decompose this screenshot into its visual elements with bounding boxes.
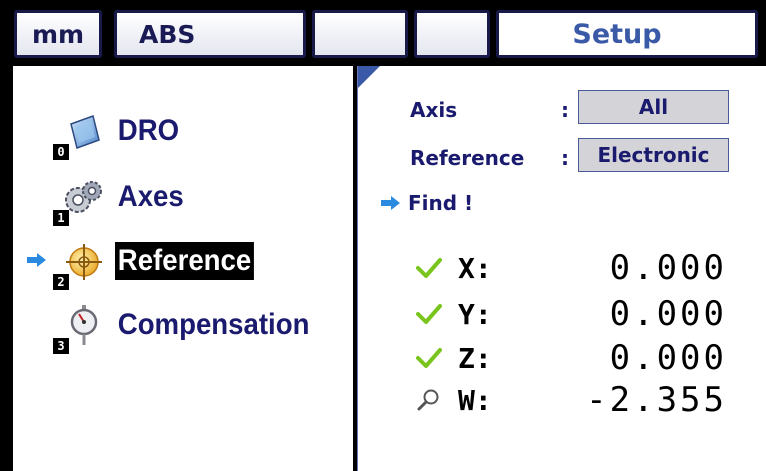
dial-indicator-icon [63,304,105,346]
axis-position-value: 0.000 [609,294,727,334]
axis-position-value: 0.000 [609,338,727,378]
checkmark-icon [416,302,442,326]
gears-icon [63,176,105,218]
empty-softkey-2[interactable] [414,10,490,58]
menu-item-label: Reference [115,242,254,280]
axis-field-colon: : [561,98,569,122]
top-bar: mm ABS Setup [0,0,766,66]
axis-field-label: Axis [410,98,458,122]
axis-select[interactable]: All [578,90,729,124]
find-label: Find ! [408,191,474,215]
screen-title: Setup [572,18,662,50]
menu-item-label: Axes [117,180,184,213]
units-label: mm [31,19,85,49]
magnifier-icon [416,388,442,412]
crosshair-target-icon [63,240,105,282]
panel-corner-marker [358,66,380,88]
menu-number-badge: 0 [53,144,69,160]
menu-item-dro[interactable]: 0 DRO [13,104,353,164]
menu-item-axes[interactable]: 1 Axes [13,170,353,230]
reference-field-label: Reference [410,146,525,170]
units-tab[interactable]: mm [14,10,102,58]
menu-number-badge: 2 [53,274,69,290]
axis-name: W: [458,384,492,417]
checkmark-icon [416,256,442,280]
checkmark-icon [416,346,442,370]
axis-name: Z: [458,342,492,375]
empty-softkey-1[interactable] [312,10,408,58]
selection-arrow-icon [26,252,48,268]
axis-readout-y: Y: 0.000 [358,294,766,338]
menu-number-badge: 3 [53,338,69,354]
axis-readout-w: W: -2.355 [358,380,766,424]
setup-tab[interactable]: Setup [496,10,758,58]
axis-position-value: -2.355 [586,380,727,420]
reference-type-select[interactable]: Electronic [578,138,729,172]
axis-readout-z: Z: 0.000 [358,338,766,382]
menu-number-badge: 1 [53,210,69,226]
menu-item-label: Compensation [117,308,310,341]
mode-tab[interactable]: ABS [114,10,306,58]
menu-item-compensation[interactable]: 3 Compensation [13,298,353,358]
setup-menu: 0 DRO 1 Axes 2 Reference 3 Compensation [13,66,353,471]
axis-name: Y: [458,298,492,331]
axis-name: X: [458,252,492,285]
find-button[interactable]: Find ! [380,191,473,215]
reference-field-colon: : [561,146,569,170]
menu-item-label: DRO [117,114,180,147]
axis-readout-x: X: 0.000 [358,248,766,292]
menu-item-reference[interactable]: 2 Reference [13,234,353,294]
monitor-icon [63,110,105,152]
mode-label: ABS [139,19,196,49]
axis-position-value: 0.000 [609,248,727,288]
reference-panel: Axis : All Reference : Electronic Find !… [357,66,766,471]
arrow-right-icon [381,196,400,210]
